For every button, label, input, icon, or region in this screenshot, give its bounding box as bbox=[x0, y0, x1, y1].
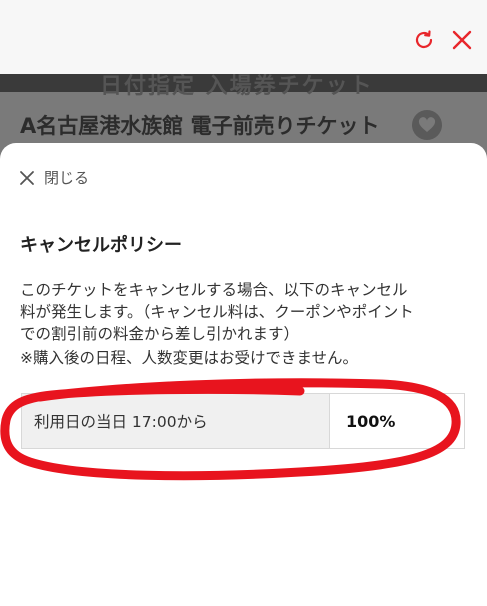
description-line: 料が発生します。（キャンセル料は、クーポンやポイント bbox=[20, 303, 414, 321]
close-icon[interactable] bbox=[448, 26, 476, 54]
refresh-icon[interactable] bbox=[410, 26, 438, 54]
top-bar bbox=[0, 0, 487, 74]
close-label: 閉じる bbox=[44, 169, 90, 187]
description-line: での割引前の料金から差し引かれます） bbox=[20, 325, 300, 343]
close-sheet-button[interactable]: 閉じる bbox=[18, 167, 89, 188]
policy-description: このチケットをキャンセルする場合、以下のキャンセル 料が発生します。（キャンセル… bbox=[20, 279, 468, 345]
description-line: このチケットをキャンセルする場合、以下のキャンセル bbox=[20, 281, 408, 299]
close-x-icon bbox=[18, 169, 36, 187]
heart-icon bbox=[412, 110, 442, 140]
policy-table-row: 利用日の当日 17:00から 100% bbox=[21, 393, 465, 449]
section-title: キャンセルポリシー bbox=[20, 235, 182, 256]
background-banner-text: 日付指定 入場券チケット bbox=[100, 74, 374, 99]
policy-fee: 100% bbox=[346, 411, 396, 431]
policy-note: ※購入後の日程、人数変更はお受けできません。 bbox=[20, 349, 359, 367]
background-ticket-title: A名古屋港水族館 電子前売りチケット bbox=[20, 114, 380, 138]
policy-condition: 利用日の当日 17:00から bbox=[22, 394, 330, 448]
cancel-policy-sheet: 閉じる キャンセルポリシー このチケットをキャンセルする場合、以下のキャンセル … bbox=[0, 143, 487, 606]
